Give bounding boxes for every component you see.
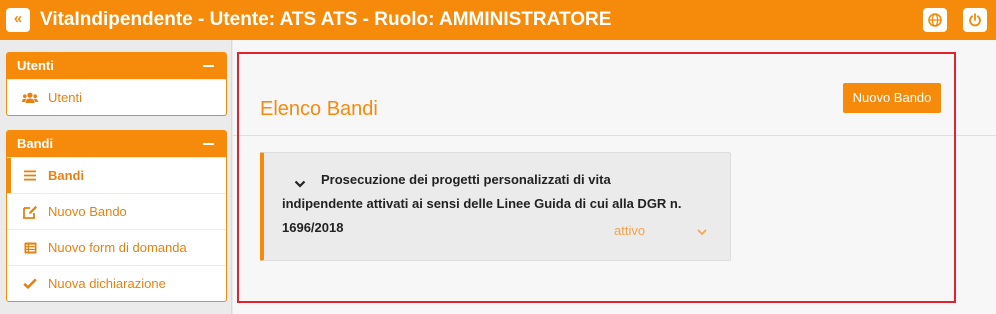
status-badge: attivo	[614, 223, 646, 238]
sidebar-item-nuovo-form[interactable]: Nuovo form di domanda	[7, 229, 226, 265]
globe-icon	[928, 13, 942, 27]
bandi-panel-header[interactable]: Bandi	[7, 131, 226, 157]
bando-title-rest: indipendente attivati ai sensi delle Lin…	[282, 196, 682, 235]
form-icon	[22, 240, 38, 256]
bando-card[interactable]: Prosecuzione dei progetti personalizzati…	[260, 152, 731, 261]
edit-icon	[22, 204, 38, 220]
sidebar-item-label: Nuovo form di domanda	[48, 240, 187, 255]
app-title: VitaIndipendente - Utente: ATS ATS - Ruo…	[40, 9, 612, 30]
back-button[interactable]: «	[6, 8, 30, 32]
sidebar-item-nuova-dichiarazione[interactable]: Nuova dichiarazione	[7, 265, 226, 301]
top-bar: « VitaIndipendente - Utente: ATS ATS - R…	[0, 0, 996, 40]
divider	[233, 135, 996, 136]
collapse-icon[interactable]	[203, 143, 214, 145]
main-content: Elenco Bandi Nuovo Bando Prosecuzione de…	[233, 40, 996, 314]
list-icon	[22, 168, 38, 184]
sidebar-item-nuovo-bando[interactable]: Nuovo Bando	[7, 193, 226, 229]
chevron-down-icon[interactable]	[697, 229, 707, 236]
language-button[interactable]	[923, 8, 947, 32]
chevron-down-icon[interactable]	[294, 180, 306, 188]
bando-title-line1: Prosecuzione dei progetti personalizzati…	[321, 172, 611, 187]
bandi-panel-title: Bandi	[17, 136, 54, 151]
bando-title: Prosecuzione dei progetti personalizzati…	[282, 168, 727, 240]
utenti-panel-title: Utenti	[17, 58, 54, 73]
collapse-icon[interactable]	[203, 65, 214, 67]
page-title: Elenco Bandi	[260, 98, 378, 120]
sidebar-item-label: Bandi	[48, 168, 85, 183]
utenti-panel-header[interactable]: Utenti	[7, 53, 226, 79]
sidebar-item-label: Utenti	[48, 90, 82, 105]
logout-button[interactable]	[963, 8, 987, 32]
sidebar: Utenti Utenti Bandi Bandi Nuovo Bando Nu…	[0, 40, 232, 314]
sidebar-item-utenti[interactable]: Utenti	[7, 79, 226, 115]
check-icon	[22, 276, 38, 292]
utenti-panel: Utenti Utenti	[6, 52, 227, 116]
users-icon	[22, 90, 38, 106]
nuovo-bando-button[interactable]: Nuovo Bando	[843, 83, 941, 113]
sidebar-item-label: Nuovo Bando	[48, 204, 127, 219]
power-icon	[969, 13, 981, 27]
bandi-panel: Bandi Bandi Nuovo Bando Nuovo form di do…	[6, 130, 227, 302]
sidebar-item-label: Nuova dichiarazione	[48, 276, 166, 291]
sidebar-item-bandi[interactable]: Bandi	[7, 157, 226, 193]
